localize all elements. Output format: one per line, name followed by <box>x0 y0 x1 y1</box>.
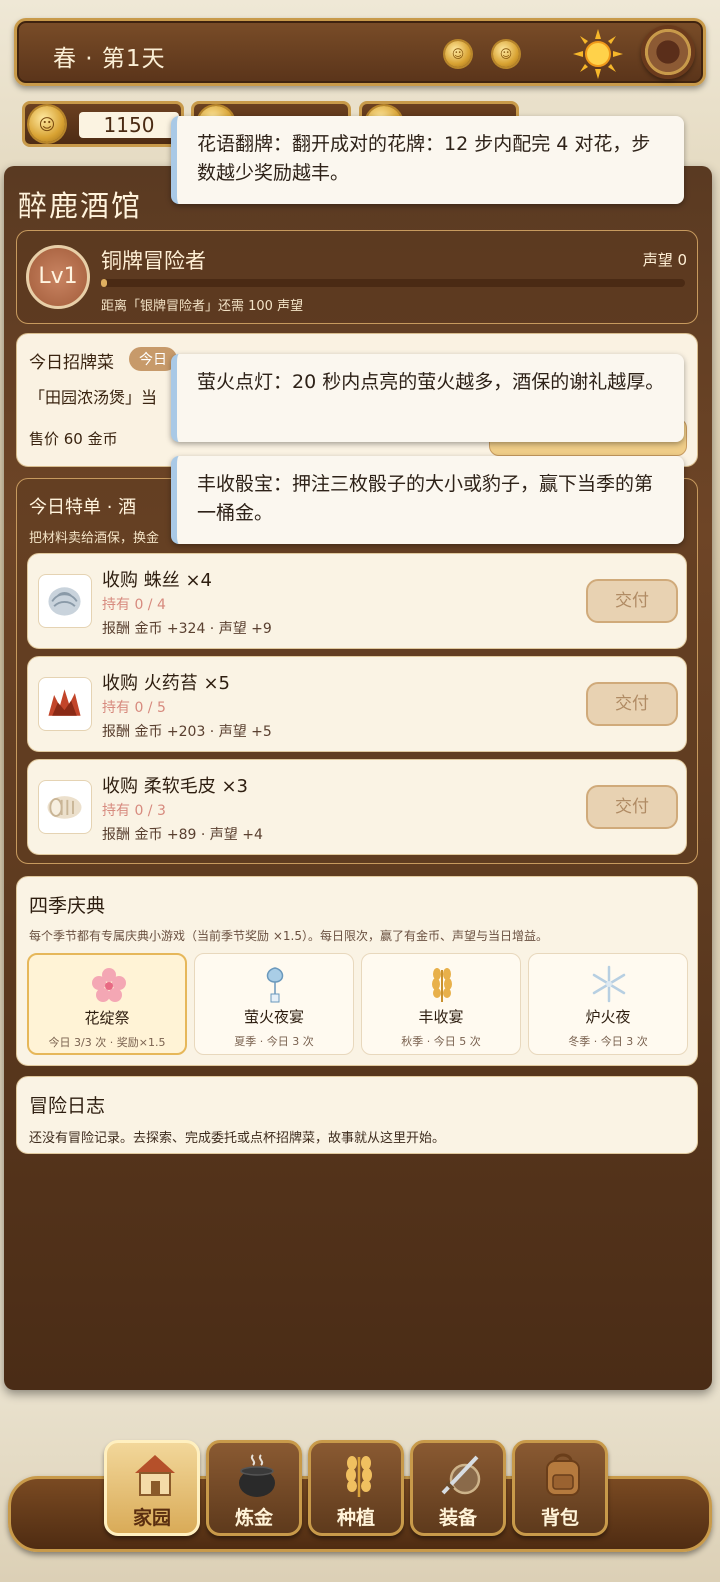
sun-weather-icon <box>573 29 623 79</box>
festivals-subtitle: 每个季节都有专属庆典小游戏（当前季节奖励 ×1.5）。每日限次，赢了有金币、声望… <box>29 929 548 943</box>
festival-name: 丰收宴 <box>418 1008 464 1026</box>
buff-token-icon[interactable]: ☺ <box>445 41 471 67</box>
special-dish: 「田园浓汤煲」当 <box>29 388 158 407</box>
deliver-button[interactable]: 交付 <box>586 785 678 829</box>
special-badge: 今日 <box>129 347 177 371</box>
festival-name: 花绽祭 <box>84 1009 130 1027</box>
order-hold: 持有 0 / 4 <box>102 597 166 613</box>
gunpowder-moss-icon <box>38 677 92 731</box>
order-hold: 持有 0 / 3 <box>102 803 166 819</box>
festival-firefly[interactable]: 萤火夜宴 夏季 · 今日 3 次 <box>194 953 354 1055</box>
deliver-button[interactable]: 交付 <box>586 682 678 726</box>
level-badge: Lv1 <box>26 245 90 309</box>
festival-info: 今日 3/3 次 · 奖励×1.5 <box>48 1036 166 1049</box>
nav-home[interactable]: 家园 <box>104 1440 200 1536</box>
festival-harvest[interactable]: 丰收宴 秋季 · 今日 5 次 <box>361 953 521 1055</box>
house-icon <box>135 1455 175 1496</box>
order-reward: 报酬 金币 +203 · 声望 +5 <box>102 724 272 740</box>
reputation-progress-fill <box>101 279 107 287</box>
tooltip-harvest-dice: 丰收骰宝：押注三枚骰子的大小或豹子，赢下当季的第一桶金。 <box>171 456 684 544</box>
buff-token-icon[interactable]: ☺ <box>493 41 519 67</box>
wheat-icon <box>432 968 452 1002</box>
gold-counter: ☺ 1150 <box>22 101 184 147</box>
nav-label: 背包 <box>540 1507 579 1529</box>
festival-hearth[interactable]: 炉火夜 冬季 · 今日 3 次 <box>528 953 688 1055</box>
order-row: 收购 柔软毛皮 ×3 持有 0 / 3 报酬 金币 +89 · 声望 +4 交付 <box>27 759 687 855</box>
sword-shield-icon <box>441 1455 481 1495</box>
season-day-label: 春 · 第1天 <box>53 46 166 72</box>
wind-chime-icon <box>266 967 284 1003</box>
special-title: 今日招牌菜 <box>29 353 114 373</box>
nav-farming[interactable]: 种植 <box>308 1440 404 1536</box>
nav-label: 家园 <box>132 1507 171 1529</box>
nav-label: 炼金 <box>234 1507 273 1529</box>
top-status-bar: 春 · 第1天 ☺ ☺ <box>14 18 706 86</box>
snowflake-icon <box>592 965 626 1003</box>
seasonal-festivals-card: 四季庆典 每个季节都有专属庆典小游戏（当前季节奖励 ×1.5）。每日限次，赢了有… <box>16 876 698 1066</box>
nav-label: 种植 <box>336 1507 375 1529</box>
cauldron-icon <box>239 1454 275 1497</box>
order-reward: 报酬 金币 +324 · 声望 +9 <box>102 621 272 637</box>
log-empty-text: 还没有冒险记录。去探索、完成委托或点杯招牌菜，故事就从这里开始。 <box>29 1131 446 1146</box>
reputation-progress-bar <box>101 279 685 287</box>
reputation-value: 声望 0 <box>642 251 687 269</box>
festival-flower[interactable]: 花绽祭 今日 3/3 次 · 奖励×1.5 <box>27 953 187 1055</box>
gold-coin-icon: ☺ <box>29 106 65 142</box>
orders-title: 今日特单 · 酒 <box>29 497 137 518</box>
special-price: 售价 60 金币 <box>29 430 118 448</box>
tooltip-firefly-lamps: 萤火点灯：20 秒内点亮的萤火越多，酒保的谢礼越厚。 <box>171 354 684 442</box>
bottom-nav: 家园 炼金 种植 装备 背包 <box>8 1440 712 1560</box>
adventurer-rank-card: Lv1 铜牌冒险者 声望 0 距离「银牌冒险者」还需 100 声望 <box>16 230 698 324</box>
festival-info: 秋季 · 今日 5 次 <box>401 1035 481 1048</box>
spider-silk-icon <box>38 574 92 628</box>
nav-label: 装备 <box>438 1507 477 1529</box>
rank-title: 铜牌冒险者 <box>101 249 206 273</box>
adventure-log-card: 冒险日志 还没有冒险记录。去探索、完成委托或点杯招牌菜，故事就从这里开始。 <box>16 1076 698 1154</box>
nav-alchemy[interactable]: 炼金 <box>206 1440 302 1536</box>
settings-gear-button[interactable] <box>641 25 695 79</box>
tooltip-flower-cards: 花语翻牌：翻开成对的花牌：12 步内配完 4 对花，步数越少奖励越丰。 <box>171 116 684 204</box>
wheat-icon <box>346 1456 372 1497</box>
tavern-title: 醉鹿酒馆 <box>18 189 143 223</box>
orders-subtitle: 把材料卖给酒保，换金 <box>29 531 160 546</box>
festival-info: 夏季 · 今日 3 次 <box>234 1035 314 1048</box>
order-row: 收购 蛛丝 ×4 持有 0 / 4 报酬 金币 +324 · 声望 +9 交付 <box>27 553 687 649</box>
order-hold: 持有 0 / 5 <box>102 700 166 716</box>
sakura-icon <box>92 968 126 1002</box>
order-reward: 报酬 金币 +89 · 声望 +4 <box>102 827 263 843</box>
backpack-icon <box>546 1453 580 1496</box>
order-row: 收购 火药苔 ×5 持有 0 / 5 报酬 金币 +203 · 声望 +5 交付 <box>27 656 687 752</box>
log-title: 冒险日志 <box>29 1095 106 1117</box>
order-name: 收购 火药苔 ×5 <box>102 673 230 694</box>
soft-fur-icon <box>38 780 92 834</box>
rank-next-note: 距离「银牌冒险者」还需 100 声望 <box>101 299 304 314</box>
nav-equipment[interactable]: 装备 <box>410 1440 506 1536</box>
deliver-button[interactable]: 交付 <box>586 579 678 623</box>
festivals-title: 四季庆典 <box>29 895 106 917</box>
order-name: 收购 蛛丝 ×4 <box>102 570 212 591</box>
festival-name: 炉火夜 <box>585 1008 631 1026</box>
festival-name: 萤火夜宴 <box>243 1008 304 1026</box>
nav-backpack[interactable]: 背包 <box>512 1440 608 1536</box>
order-name: 收购 柔软毛皮 ×3 <box>102 776 248 797</box>
festival-info: 冬季 · 今日 3 次 <box>568 1035 648 1048</box>
gold-value: 1150 <box>79 112 179 138</box>
